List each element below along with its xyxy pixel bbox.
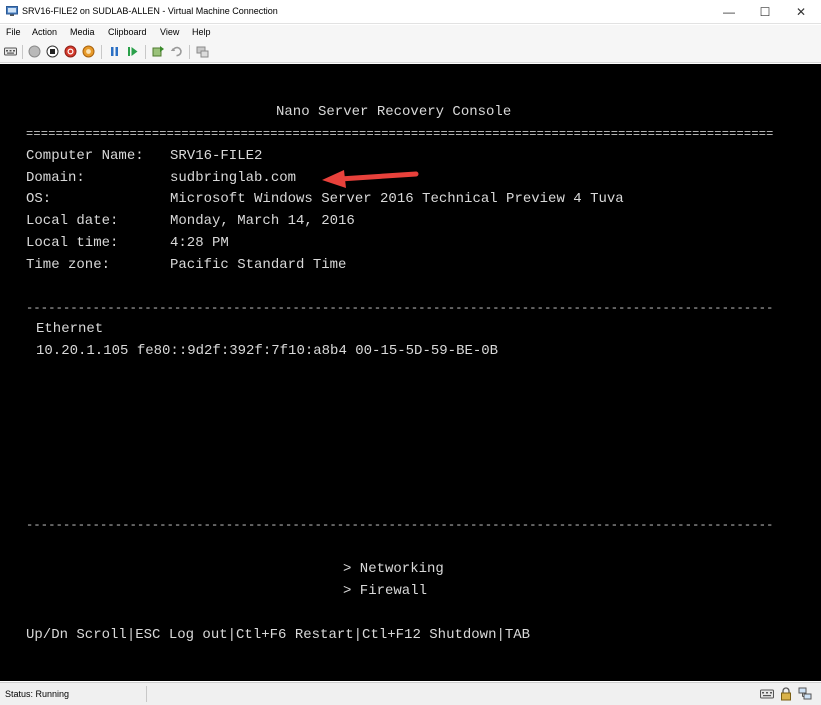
value-os: Microsoft Windows Server 2016 Technical … — [170, 191, 624, 207]
value-local-date: Monday, March 14, 2016 — [170, 213, 355, 229]
status-bar: Status: Running — [0, 682, 821, 705]
single-rule-bottom: ----------------------------------------… — [26, 519, 774, 531]
value-computer-name: SRV16-FILE2 — [170, 148, 263, 164]
toolbar-separator — [189, 45, 190, 59]
label-computer-name: Computer Name: — [26, 148, 144, 164]
ctrl-alt-del-icon[interactable] — [4, 45, 17, 58]
double-rule: ========================================… — [26, 128, 774, 140]
status-text: Status: Running — [5, 689, 70, 699]
adapter-details: 10.20.1.105 fe80::9d2f:392f:7f10:a8b4 00… — [36, 343, 499, 359]
pause-icon[interactable] — [108, 45, 121, 58]
menu-bar: File Action Media Clipboard View Help — [0, 25, 821, 41]
window-title: SRV16-FILE2 on SUDLAB-ALLEN - Virtual Ma… — [22, 6, 278, 16]
save-icon[interactable] — [82, 45, 95, 58]
resume-icon[interactable] — [126, 45, 139, 58]
menu-file[interactable]: File — [6, 27, 21, 37]
toolbar — [0, 41, 821, 63]
enhanced-session-icon[interactable] — [196, 45, 209, 58]
revert-icon[interactable] — [170, 45, 183, 58]
label-time-zone: Time zone: — [26, 257, 111, 273]
value-time-zone: Pacific Standard Time — [170, 257, 347, 273]
label-os: OS: — [26, 191, 52, 207]
status-divider — [146, 686, 147, 702]
vm-connection-icon — [6, 6, 18, 16]
menu-action[interactable]: Action — [32, 27, 57, 37]
label-domain: Domain: — [26, 170, 85, 186]
checkpoint-icon[interactable] — [152, 45, 165, 58]
label-local-date: Local date: — [26, 213, 119, 229]
keyboard-icon — [760, 689, 774, 699]
menu-clipboard[interactable]: Clipboard — [108, 27, 147, 37]
value-domain: sudbringlab.com — [170, 170, 297, 186]
network-icon — [798, 687, 812, 700]
value-local-time: 4:28 PM — [170, 235, 229, 251]
label-local-time: Local time: — [26, 235, 119, 251]
toolbar-separator — [101, 45, 102, 59]
toolbar-separator — [22, 45, 23, 59]
lock-icon — [781, 687, 791, 701]
console-header: Nano Server Recovery Console — [276, 104, 512, 120]
arrow-annotation-icon — [322, 170, 419, 188]
shutdown-icon[interactable] — [64, 45, 77, 58]
minimize-button[interactable]: — — [713, 0, 745, 24]
menu-help[interactable]: Help — [192, 27, 211, 37]
toolbar-separator — [145, 45, 146, 59]
close-button[interactable]: ✕ — [785, 0, 817, 24]
menu-view[interactable]: View — [160, 27, 179, 37]
title-bar: SRV16-FILE2 on SUDLAB-ALLEN - Virtual Ma… — [0, 0, 821, 24]
vm-console-screen[interactable]: Nano Server Recovery Console ===========… — [0, 64, 821, 681]
start-icon[interactable] — [28, 45, 41, 58]
maximize-button[interactable]: ☐ — [749, 0, 781, 24]
adapter-name: Ethernet — [36, 321, 104, 337]
turn-off-icon[interactable] — [46, 45, 59, 58]
menu-networking[interactable]: > Networking — [343, 561, 444, 577]
console-footer-help: Up/Dn Scroll|ESC Log out|Ctl+F6 Restart|… — [26, 627, 531, 643]
menu-media[interactable]: Media — [70, 27, 95, 37]
single-rule-top: ----------------------------------------… — [26, 302, 774, 314]
menu-firewall[interactable]: > Firewall — [343, 583, 427, 599]
